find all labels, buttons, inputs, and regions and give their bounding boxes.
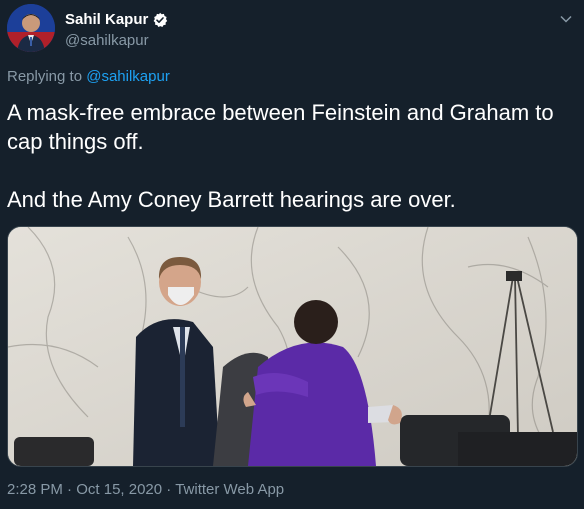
replying-to-link[interactable]: @sahilkapur (86, 68, 170, 85)
chevron-down-icon[interactable] (559, 12, 573, 26)
tweet-media-photo[interactable] (7, 226, 578, 467)
name-row: Sahil Kapur (65, 11, 168, 28)
tweet-header: Sahil Kapur @sahilkapur (7, 4, 577, 54)
avatar[interactable] (7, 4, 55, 52)
tweet-meta: 2:28 PM · Oct 15, 2020 · Twitter Web App (7, 481, 284, 498)
author-handle[interactable]: @sahilkapur (65, 32, 149, 49)
tweet-text: A mask-free embrace between Feinstein an… (7, 100, 554, 212)
replying-to: Replying to @sahilkapur (7, 68, 170, 85)
tweet-time[interactable]: 2:28 PM (7, 481, 63, 498)
tweet-date[interactable]: Oct 15, 2020 (76, 481, 162, 498)
meta-separator: · (162, 481, 176, 498)
verified-badge-icon (152, 12, 168, 28)
replying-to-label: Replying to (7, 68, 83, 85)
meta-separator: · (62, 481, 77, 498)
display-name[interactable]: Sahil Kapur (65, 11, 148, 28)
tweet-source[interactable]: Twitter Web App (175, 481, 284, 498)
